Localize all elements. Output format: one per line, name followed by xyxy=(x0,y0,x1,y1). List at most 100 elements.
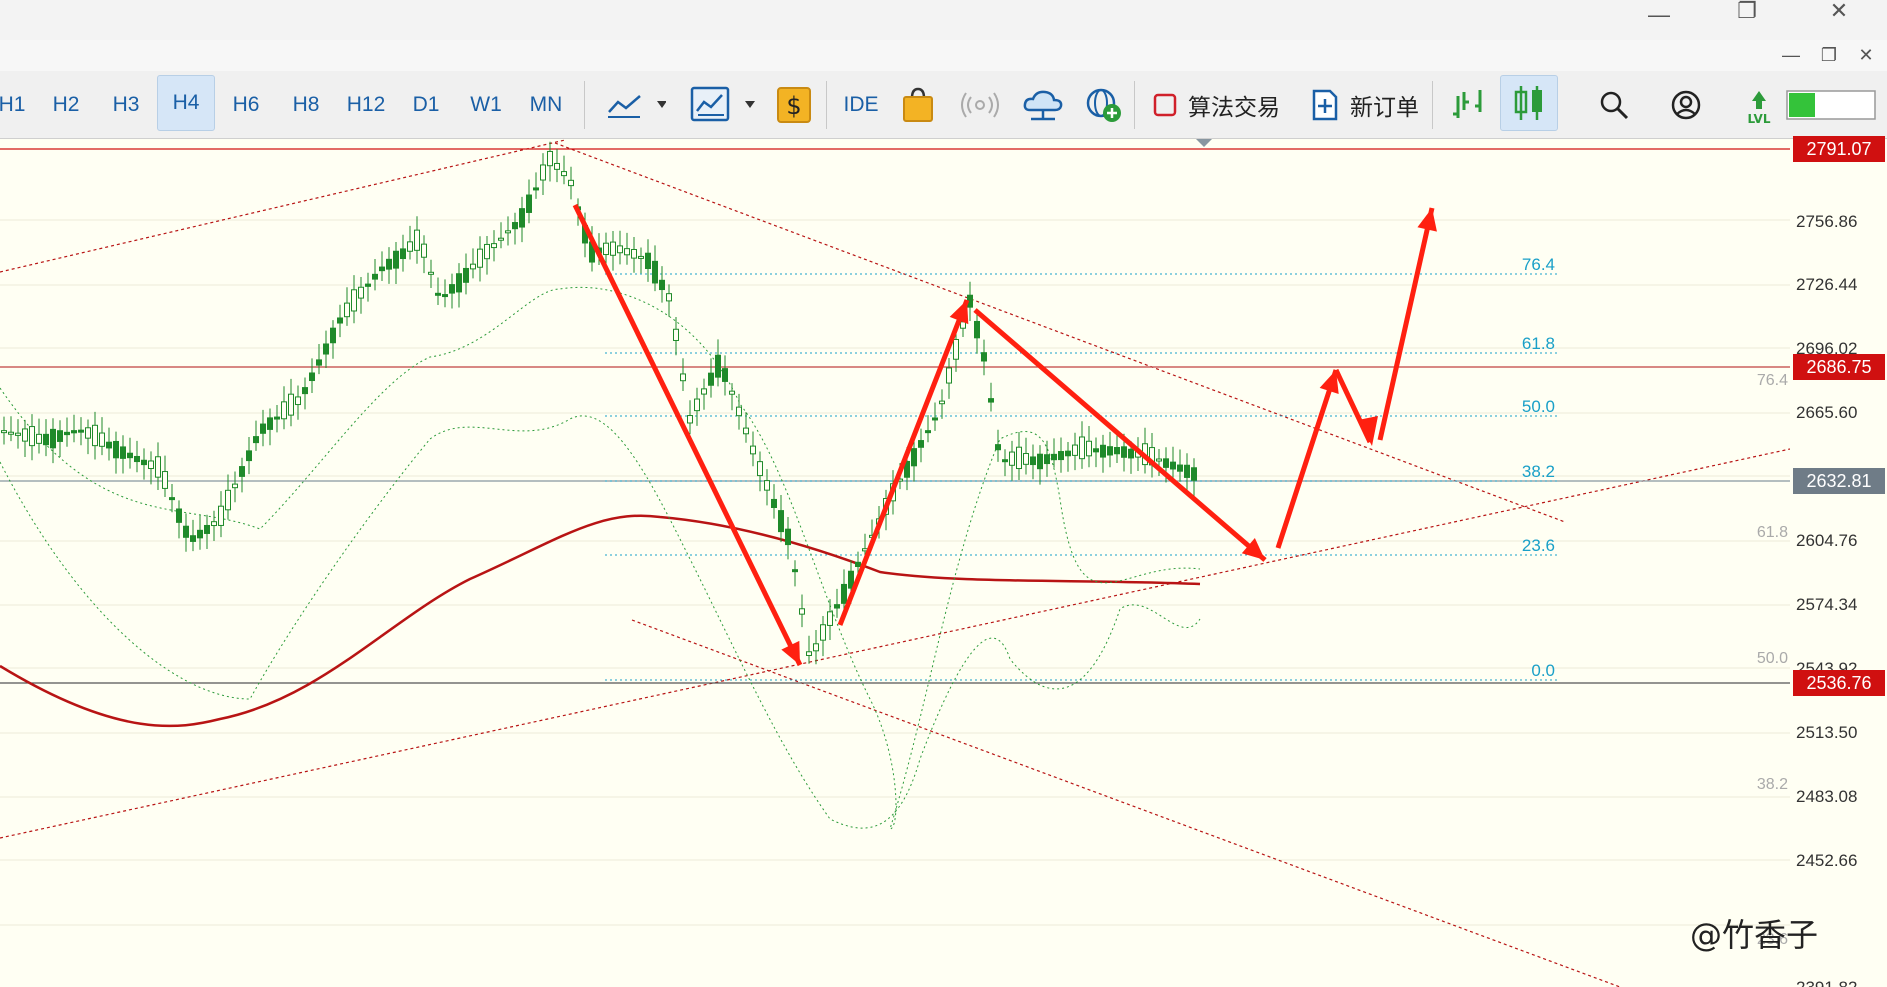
timeframe-d1[interactable]: D1 xyxy=(404,89,448,121)
price-chart[interactable]: 100.076.461.850.038.223.60.0100.076.461.… xyxy=(0,139,1790,987)
price-tick-label: 2665.60 xyxy=(1796,403,1858,422)
candle-body xyxy=(911,448,917,467)
price-tick-label: 2483.08 xyxy=(1796,787,1858,806)
inner-restore-icon[interactable]: ❐ xyxy=(1814,44,1844,66)
price-box-current: 2632.81 xyxy=(1793,468,1885,494)
candle-body xyxy=(1051,453,1057,461)
candle-body xyxy=(463,267,469,283)
timeframe-h12[interactable]: H12 xyxy=(342,89,390,121)
maximize-icon[interactable]: ❐ xyxy=(1732,0,1762,22)
price-tick-label: 2726.44 xyxy=(1796,275,1858,294)
close-icon[interactable]: ✕ xyxy=(1824,0,1854,22)
candle-body xyxy=(106,441,112,449)
candle-body xyxy=(477,248,483,268)
candle-body xyxy=(799,608,805,615)
candle-body xyxy=(316,359,322,366)
new-order-icon xyxy=(1312,89,1338,121)
candle-body xyxy=(211,521,217,527)
candle-body xyxy=(1093,448,1099,453)
candle-body xyxy=(358,286,364,299)
globe-add-icon xyxy=(1086,88,1121,122)
candle-body xyxy=(71,430,77,434)
price-box-top: 2791.07 xyxy=(1793,136,1885,162)
timeframe-h6[interactable]: H6 xyxy=(224,89,268,121)
candle-body xyxy=(1044,454,1050,465)
inner-minimize-icon[interactable]: — xyxy=(1776,44,1806,66)
candle-body xyxy=(36,433,42,444)
level-button[interactable]: LVL xyxy=(1742,81,1776,129)
candlestick-button[interactable] xyxy=(1500,75,1558,131)
candle-body xyxy=(694,398,700,412)
candle-body xyxy=(736,406,742,417)
price-tick-label: 2574.34 xyxy=(1796,595,1858,614)
signal-button[interactable] xyxy=(960,81,1000,129)
timeframe-h8[interactable]: H8 xyxy=(284,89,328,121)
candle-body xyxy=(1100,444,1106,458)
resistance-trend-line xyxy=(554,142,1566,523)
minimize-icon[interactable]: — xyxy=(1644,4,1674,26)
candle-body xyxy=(1079,436,1085,460)
candle-body xyxy=(568,179,574,187)
candle-body xyxy=(652,260,658,284)
level-progress-bar xyxy=(1786,81,1876,129)
search-button[interactable] xyxy=(1598,81,1630,129)
timeframe-h4[interactable]: H4 xyxy=(157,75,215,131)
line-chart-button[interactable] xyxy=(606,81,666,129)
new-order-label: 新订单 xyxy=(1350,94,1419,120)
svg-text:LVL: LVL xyxy=(1748,112,1771,125)
price-tick-label: 2604.76 xyxy=(1796,531,1858,550)
candle-body xyxy=(162,471,168,489)
ide-button[interactable]: IDE xyxy=(838,89,884,121)
dollar-icon: $ xyxy=(777,87,811,123)
vps-button[interactable] xyxy=(1022,81,1064,129)
candle-body xyxy=(309,372,315,382)
market-button[interactable]: $ xyxy=(776,81,812,129)
candle-body xyxy=(99,432,105,447)
candle-body xyxy=(456,273,462,293)
candle-body xyxy=(1170,461,1176,470)
candle-body xyxy=(1023,453,1029,465)
timeframe-h3[interactable]: H3 xyxy=(104,89,148,121)
chart-template-button[interactable] xyxy=(690,81,760,129)
progress-icon xyxy=(1786,90,1876,120)
candle-body xyxy=(785,528,791,546)
candle-body xyxy=(827,611,833,626)
inner-close-icon[interactable]: ✕ xyxy=(1851,44,1881,66)
candle-body xyxy=(218,505,224,526)
price-tick-label: 2391.82 xyxy=(1796,978,1857,987)
candle-body xyxy=(400,248,406,260)
candle-body xyxy=(631,249,637,259)
fib-level-label: 0.0 xyxy=(1531,661,1555,680)
candle-body xyxy=(533,187,539,191)
community-button[interactable] xyxy=(1084,81,1124,129)
timeframe-w1[interactable]: W1 xyxy=(463,89,509,121)
candle-body xyxy=(1177,464,1183,472)
candle-body xyxy=(281,401,287,420)
price-scale[interactable]: 2787.252756.862726.442696.022665.602604.… xyxy=(1790,136,1887,987)
candle-body xyxy=(974,320,980,339)
candle-body xyxy=(687,415,693,424)
timeframe-h2[interactable]: H2 xyxy=(44,89,88,121)
user-icon xyxy=(1671,90,1701,120)
candle-body xyxy=(813,643,819,652)
toolbar-separator xyxy=(1432,81,1433,129)
candle-body xyxy=(120,446,126,459)
shop-button[interactable] xyxy=(900,81,936,129)
candle-body xyxy=(526,194,532,213)
candle-body xyxy=(267,417,273,430)
candle-body xyxy=(50,428,56,449)
candle-body xyxy=(78,429,84,433)
up-arrow-2 xyxy=(1275,369,1339,549)
bar-chart-button[interactable] xyxy=(1450,81,1490,129)
timeframe-h1[interactable]: H1 xyxy=(0,89,32,121)
candle-body xyxy=(778,510,784,533)
candle-body xyxy=(29,426,35,447)
algo-trading-button[interactable]: 算法交易 xyxy=(1152,81,1280,129)
candle-body xyxy=(1114,447,1120,455)
new-order-button[interactable]: 新订单 xyxy=(1310,81,1419,129)
timeframe-mn[interactable]: MN xyxy=(522,89,570,121)
candle-body xyxy=(1121,446,1127,458)
candle-body xyxy=(253,436,259,444)
candle-body xyxy=(323,343,329,355)
account-button[interactable] xyxy=(1670,81,1702,129)
